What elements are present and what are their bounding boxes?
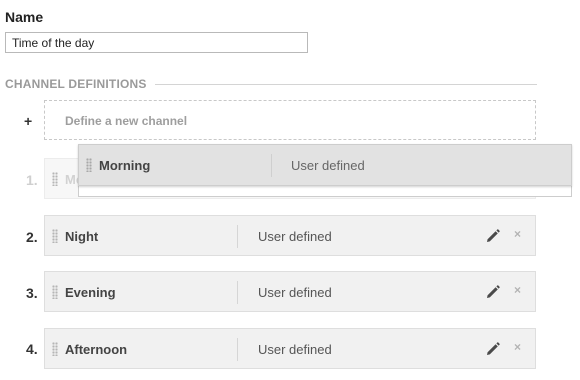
row-number: 2. — [26, 229, 38, 245]
column-divider — [237, 338, 238, 361]
drag-handle-icon — [52, 172, 58, 186]
drag-handle-icon[interactable] — [86, 158, 92, 172]
pencil-icon[interactable] — [486, 285, 500, 299]
channel-grouping-editor: Name CHANNEL DEFINITIONS + Define a new … — [0, 0, 580, 380]
drag-handle-icon[interactable] — [52, 285, 58, 299]
drag-handle-icon[interactable] — [52, 342, 58, 356]
column-divider — [237, 225, 238, 248]
column-divider — [271, 154, 272, 177]
name-label: Name — [5, 9, 44, 25]
section-header: CHANNEL DEFINITIONS — [5, 77, 537, 93]
plus-icon[interactable]: + — [24, 113, 32, 129]
drag-handle-icon[interactable] — [52, 229, 58, 243]
pencil-icon[interactable] — [486, 229, 500, 243]
row-number: 1. — [26, 172, 38, 188]
channel-name: Night — [65, 229, 99, 244]
name-input[interactable] — [5, 32, 308, 53]
channel-type: User defined — [258, 285, 332, 300]
section-divider — [155, 84, 537, 85]
close-icon[interactable]: × — [514, 283, 521, 297]
channel-type: User defined — [258, 229, 332, 244]
channel-row[interactable]: Afternoon User defined × — [44, 328, 536, 369]
close-icon[interactable]: × — [514, 227, 521, 241]
channel-row[interactable]: Evening User defined × — [44, 271, 536, 312]
pencil-icon[interactable] — [486, 342, 500, 356]
channel-name: Morning — [99, 158, 151, 173]
drag-shadow — [78, 186, 572, 197]
channel-row[interactable]: Night User defined × — [44, 215, 536, 256]
define-new-channel-button[interactable]: Define a new channel — [44, 100, 536, 140]
row-number: 4. — [26, 341, 38, 357]
channel-name: Afternoon — [65, 342, 128, 357]
channel-type: User defined — [258, 342, 332, 357]
row-number: 3. — [26, 285, 38, 301]
dragged-channel-row[interactable]: Morning User defined — [78, 144, 572, 186]
define-new-channel-label: Define a new channel — [65, 114, 188, 128]
channel-name: Evening — [65, 285, 116, 300]
close-icon[interactable]: × — [514, 340, 521, 354]
channel-type: User defined — [291, 158, 365, 173]
section-title: CHANNEL DEFINITIONS — [5, 77, 147, 91]
column-divider — [237, 281, 238, 304]
